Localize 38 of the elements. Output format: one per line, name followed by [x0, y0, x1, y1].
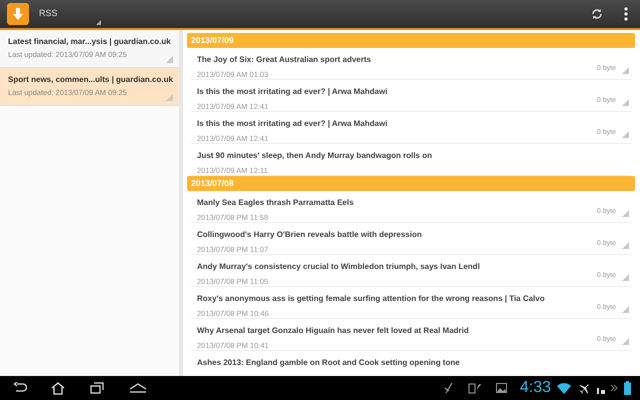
- date-header: 2013/07/09: [187, 33, 635, 48]
- article-title[interactable]: The Joy of Six: Great Australian sport adverts: [197, 54, 625, 66]
- corner-mark-icon: [166, 94, 173, 101]
- chevron-right-icon: [610, 384, 618, 392]
- app-logo-icon[interactable]: [7, 3, 29, 25]
- article-title[interactable]: Collingwood's Harry O'Brien reveals battle with depression: [197, 229, 625, 241]
- corner-mark-icon: [166, 56, 173, 63]
- article-title[interactable]: Just 90 minutes' sleep, then Andy Murray bandwagon rolls on: [197, 150, 625, 162]
- article-title[interactable]: Andy Murray's consistency crucial to Wimbledon triumph, says Ivan Lendl: [197, 261, 625, 273]
- corner-mark-icon: [622, 131, 629, 138]
- refresh-icon[interactable]: [591, 8, 603, 20]
- back-icon[interactable]: [13, 382, 27, 394]
- chevron-up-icon[interactable]: [129, 383, 147, 393]
- feed-title: Sport news, commen...ults | guardian.co.uk: [8, 74, 173, 85]
- date-header: 2013/07/08: [187, 176, 635, 191]
- feed-title: Latest financial, mar...ysis | guardian.co.uk: [8, 36, 171, 47]
- home-icon[interactable]: [51, 382, 65, 394]
- corner-mark-icon: [622, 306, 629, 313]
- article-title[interactable]: Is this the most irritating ad ever? | Arwa Mahdawi: [197, 118, 625, 130]
- article-title[interactable]: Is this the most irritating ad ever? | Arwa Mahdawi: [197, 86, 625, 98]
- overflow-menu-icon[interactable]: [624, 7, 628, 21]
- corner-mark-icon: [622, 67, 629, 74]
- corner-mark-icon: [622, 242, 629, 249]
- article-title[interactable]: Roxy's anonymous ass is getting female surfing attention for the wrong reasons | Tia Calvo: [197, 293, 625, 305]
- clock-text: 4:33: [520, 380, 551, 396]
- recent-apps-icon[interactable]: [90, 382, 104, 394]
- corner-mark-icon: [622, 274, 629, 281]
- article-title[interactable]: Manly Sea Eagles thrash Parramatta Eels: [197, 197, 625, 209]
- image-icon: [496, 383, 507, 393]
- feed-spinner[interactable]: RSS: [39, 1, 101, 27]
- article-title[interactable]: Ashes 2013: England gamble on Root and Cook setting opening tone: [197, 357, 625, 369]
- battery-icon: [624, 381, 631, 395]
- corner-mark-icon: [622, 338, 629, 345]
- corner-mark-icon: [622, 99, 629, 106]
- wifi-icon: [557, 382, 571, 394]
- corner-mark-icon: [622, 210, 629, 217]
- airplane-icon: [579, 382, 590, 394]
- article-title[interactable]: Why Arsenal target Gonzalo Higuaín has never felt loved at Real Madrid: [197, 325, 625, 337]
